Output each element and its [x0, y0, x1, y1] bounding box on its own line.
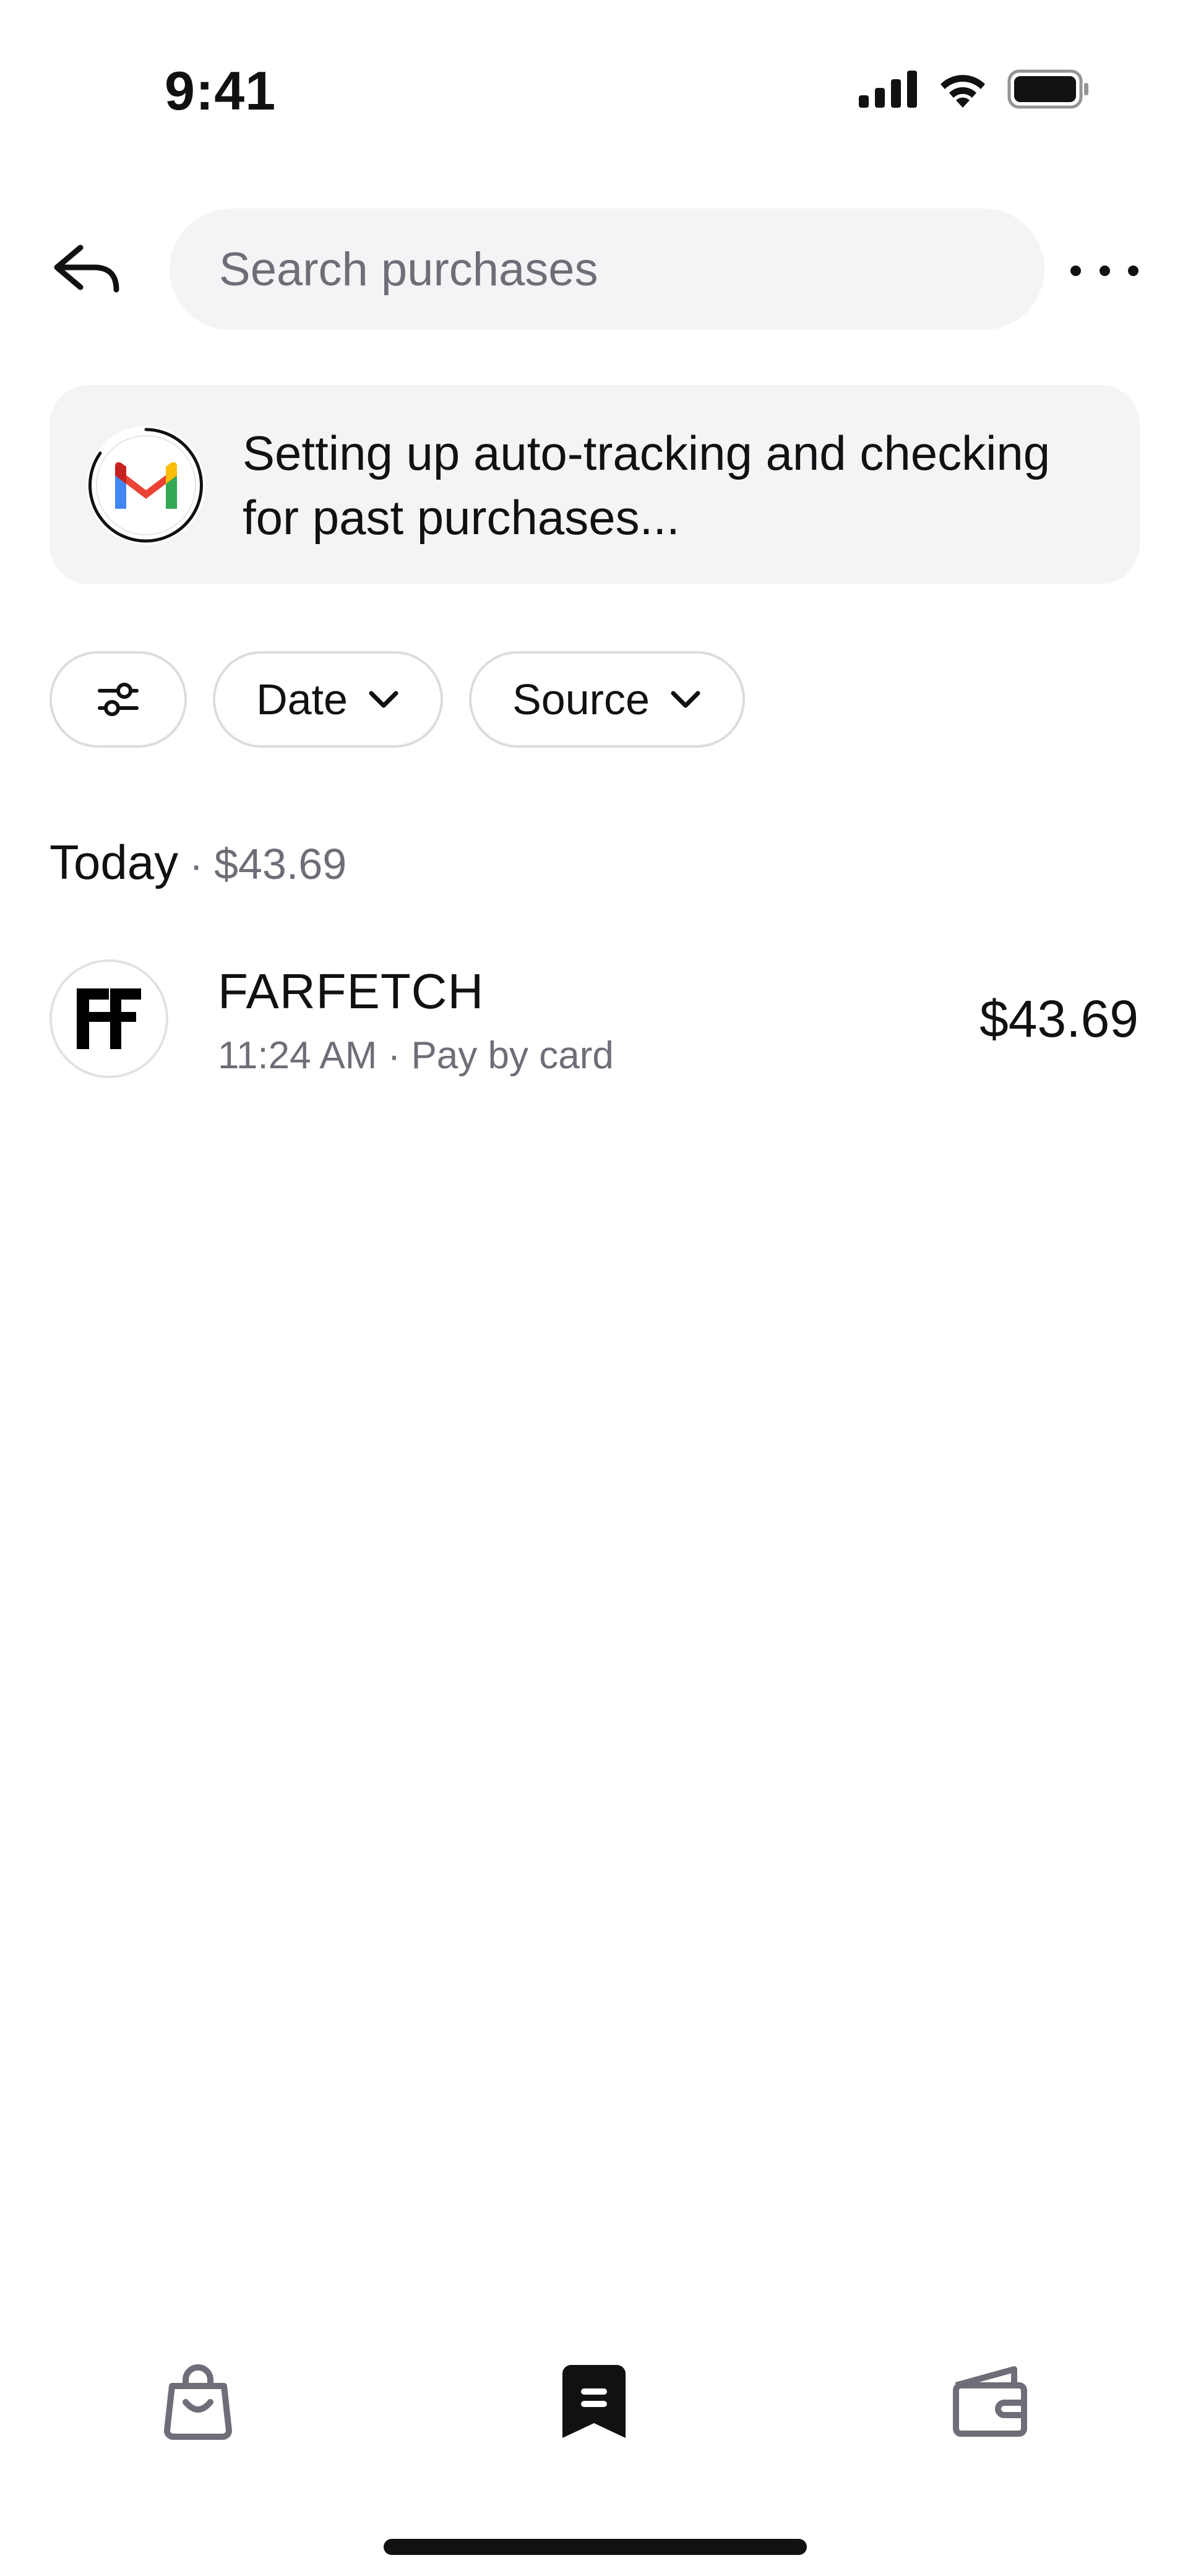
section-separator: · — [189, 842, 204, 888]
source-filter-label: Source — [512, 675, 650, 724]
status-icons — [859, 67, 1089, 111]
shopping-bag-icon — [164, 2364, 232, 2440]
tab-receipts[interactable] — [544, 2352, 644, 2451]
sync-banner-text: Setting up auto-tracking and checking fo… — [243, 426, 1051, 545]
gmail-sync-indicator — [87, 426, 205, 545]
merchant-name: FARFETCH — [218, 964, 484, 1019]
source-filter-chip[interactable]: Source — [469, 651, 745, 748]
wallet-icon — [953, 2366, 1027, 2437]
more-dot — [1099, 265, 1110, 276]
battery-icon — [1007, 69, 1088, 109]
purchase-meta: 11:24 AM · Pay by card — [218, 1034, 614, 1077]
chevron-down-icon — [369, 691, 398, 708]
section-total: $43.69 — [214, 840, 347, 888]
sliders-icon — [98, 683, 139, 716]
status-time: 9:41 — [165, 60, 277, 121]
purchase-amount: $43.69 — [979, 990, 1138, 1048]
search-input[interactable]: Search purchases — [170, 209, 1044, 330]
section-header-today: Today · $43.69 — [50, 834, 346, 891]
merchant-logo — [50, 959, 168, 1078]
receipt-icon — [562, 2365, 626, 2438]
gmail-icon — [88, 428, 203, 543]
cellular-signal-icon — [859, 71, 917, 108]
back-arrow-icon — [54, 244, 119, 293]
wifi-icon — [940, 75, 985, 108]
date-filter-label: Date — [256, 675, 348, 724]
tab-shop[interactable] — [148, 2352, 248, 2451]
search-placeholder: Search purchases — [219, 243, 598, 296]
date-filter-chip[interactable]: Date — [213, 651, 443, 748]
home-indicator — [384, 2539, 807, 2555]
farfetch-logo-icon — [77, 988, 141, 1049]
chevron-down-icon — [671, 691, 700, 708]
back-button[interactable] — [43, 235, 130, 303]
more-dot — [1070, 265, 1081, 276]
section-title: Today — [50, 835, 179, 889]
more-dot — [1128, 265, 1138, 276]
more-options-button[interactable] — [1070, 243, 1138, 298]
tab-wallet[interactable] — [940, 2352, 1040, 2451]
filter-settings-button[interactable] — [50, 651, 187, 748]
